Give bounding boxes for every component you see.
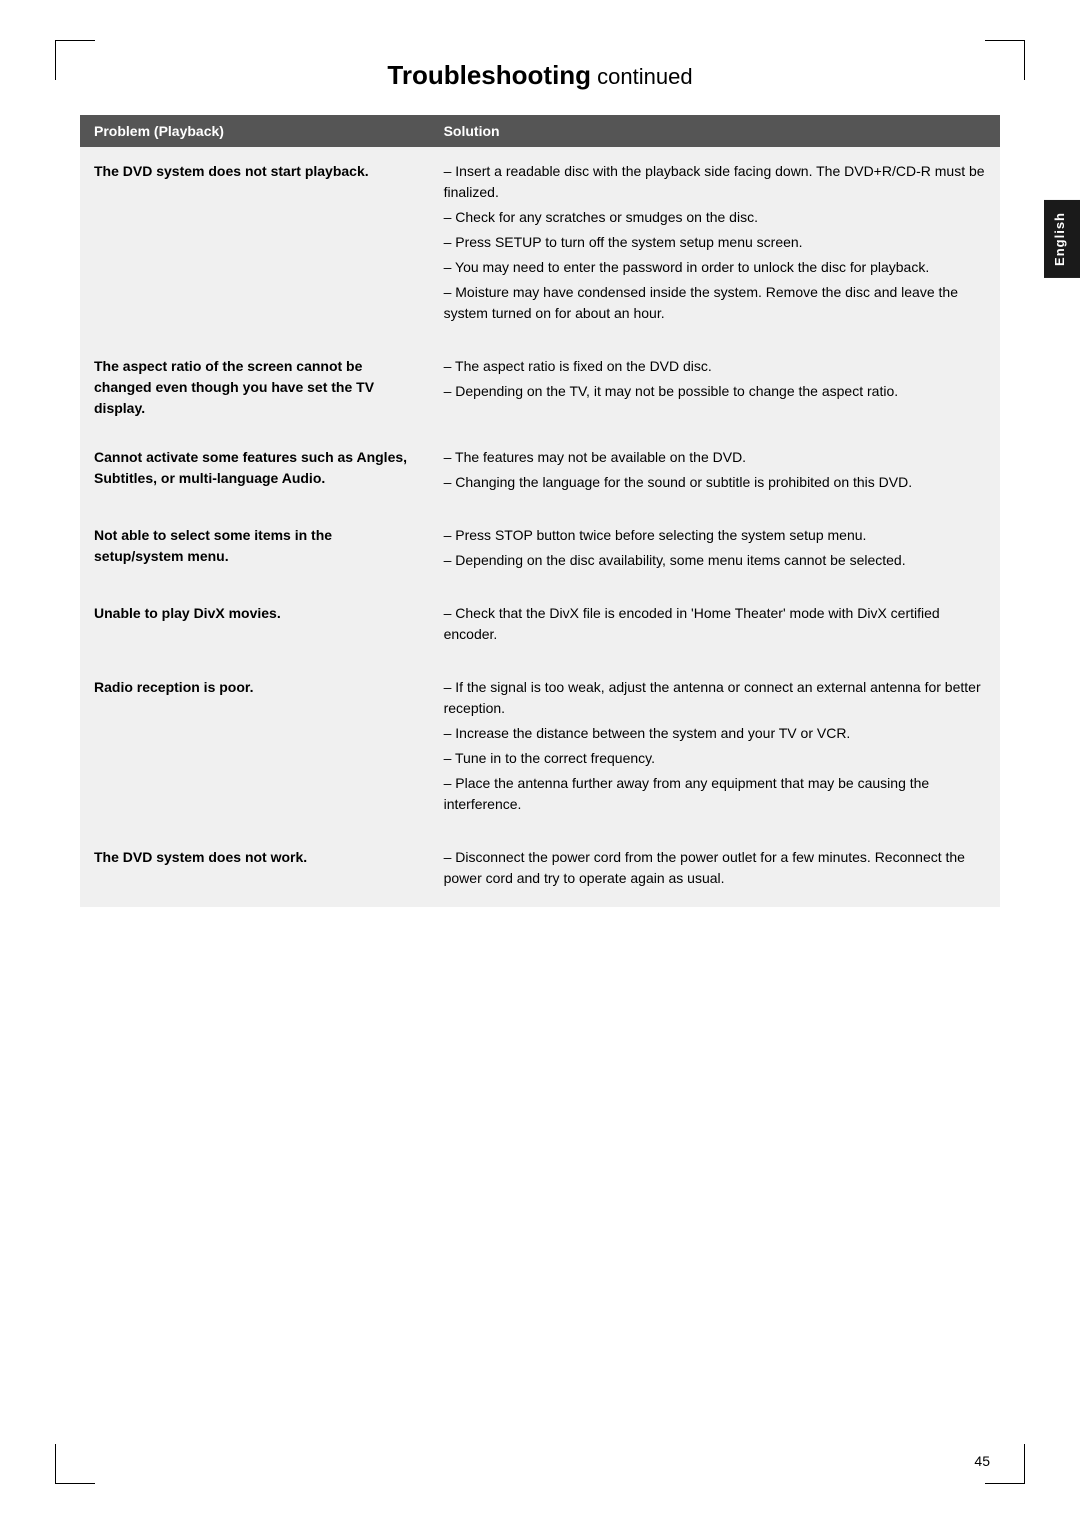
- solution-item: – Press STOP button twice before selecti…: [444, 525, 986, 546]
- solution-item: – Press SETUP to turn off the system set…: [444, 232, 986, 253]
- problem-cell: Unable to play DivX movies.: [80, 589, 430, 663]
- language-tab: English: [1044, 200, 1080, 278]
- column-header-solution: Solution: [430, 115, 1000, 147]
- solution-item: – Disconnect the power cord from the pow…: [444, 847, 986, 889]
- problem-cell: The DVD system does not work.: [80, 833, 430, 907]
- problem-cell: Cannot activate some features such as An…: [80, 433, 430, 511]
- column-header-problem: Problem (Playback): [80, 115, 430, 147]
- table-row: The DVD system does not start playback.–…: [80, 147, 1000, 342]
- solution-cell: – Check that the DivX file is encoded in…: [430, 589, 1000, 663]
- table-row: The aspect ratio of the screen cannot be…: [80, 342, 1000, 433]
- corner-mark-tr-v: [1024, 40, 1025, 80]
- solution-item: – Moisture may have condensed inside the…: [444, 282, 986, 324]
- solution-cell: – Disconnect the power cord from the pow…: [430, 833, 1000, 907]
- solution-item: – Depending on the TV, it may not be pos…: [444, 381, 986, 402]
- table-header-row: Problem (Playback) Solution: [80, 115, 1000, 147]
- corner-mark-tr-h: [985, 40, 1025, 41]
- page-number: 45: [974, 1453, 990, 1469]
- table-row: Radio reception is poor. – If the signal …: [80, 663, 1000, 833]
- solution-item: – Check for any scratches or smudges on …: [444, 207, 986, 228]
- corner-mark-br-v: [1024, 1444, 1025, 1484]
- solution-item: – If the signal is too weak, adjust the …: [444, 677, 986, 719]
- table-row: Not able to select some items in the set…: [80, 511, 1000, 589]
- corner-mark-tl-h: [55, 40, 95, 41]
- solution-item: – Depending on the disc availability, so…: [444, 550, 986, 571]
- page-title: Troubleshooting continued: [80, 60, 1000, 91]
- corner-mark-tl-v: [55, 40, 56, 80]
- page: English Troubleshooting continued Proble…: [0, 0, 1080, 1524]
- troubleshooting-table: Problem (Playback) Solution The DVD syst…: [80, 115, 1000, 907]
- table-row: The DVD system does not work. – Disconnec…: [80, 833, 1000, 907]
- corner-mark-bl-h: [55, 1483, 95, 1484]
- solution-cell: – The features may not be available on t…: [430, 433, 1000, 511]
- solution-cell: – The aspect ratio is fixed on the DVD d…: [430, 342, 1000, 433]
- problem-cell: Not able to select some items in the set…: [80, 511, 430, 589]
- table-row: Cannot activate some features such as An…: [80, 433, 1000, 511]
- corner-mark-bl-v: [55, 1444, 56, 1484]
- solution-cell: – Press STOP button twice before selecti…: [430, 511, 1000, 589]
- problem-cell: The aspect ratio of the screen cannot be…: [80, 342, 430, 433]
- solution-cell: – If the signal is too weak, adjust the …: [430, 663, 1000, 833]
- solution-item: – Increase the distance between the syst…: [444, 723, 986, 744]
- problem-cell: The DVD system does not start playback.: [80, 147, 430, 342]
- solution-item: – The aspect ratio is fixed on the DVD d…: [444, 356, 986, 377]
- problem-cell: Radio reception is poor.: [80, 663, 430, 833]
- solution-item: – The features may not be available on t…: [444, 447, 986, 468]
- corner-mark-br-h: [985, 1483, 1025, 1484]
- table-row: Unable to play DivX movies. – Check that …: [80, 589, 1000, 663]
- solution-item: – Tune in to the correct frequency.: [444, 748, 986, 769]
- solution-item: – Place the antenna further away from an…: [444, 773, 986, 815]
- solution-item: – You may need to enter the password in …: [444, 257, 986, 278]
- solution-item: – Changing the language for the sound or…: [444, 472, 986, 493]
- solution-item: – Check that the DivX file is encoded in…: [444, 603, 986, 645]
- solution-item: – Insert a readable disc with the playba…: [444, 161, 986, 203]
- solution-cell: – Insert a readable disc with the playba…: [430, 147, 1000, 342]
